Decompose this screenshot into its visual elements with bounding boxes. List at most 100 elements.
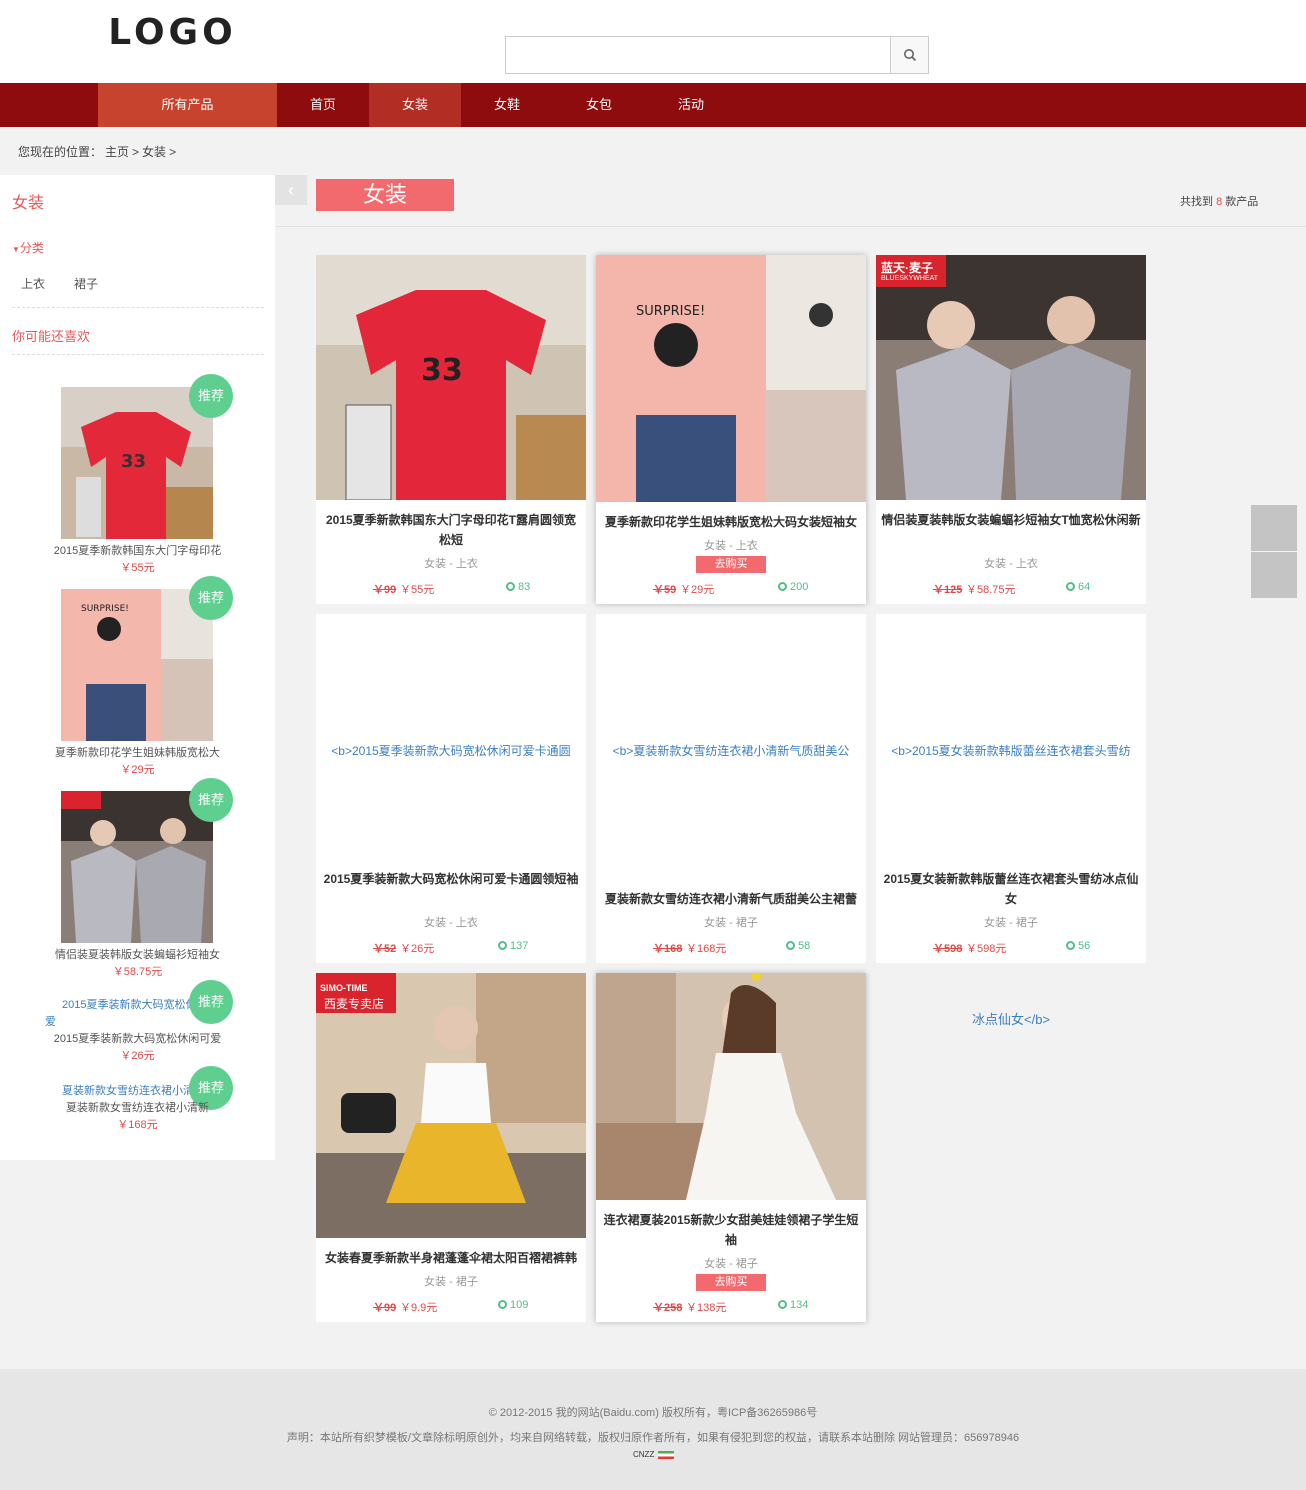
product-old-price: ￥99: [373, 584, 397, 596]
product-image-alt[interactable]: <b>2015夏女装新款韩版蕾丝连衣裙套头雪纺: [876, 742, 1146, 759]
product-price: ￥9.9元: [400, 1302, 438, 1314]
product-price: ￥55元: [400, 584, 435, 596]
eye-icon: [498, 1300, 507, 1309]
product-old-price: ￥258: [653, 1302, 683, 1314]
product-thumb[interactable]: 33: [61, 387, 213, 539]
site-logo[interactable]: LOGO: [95, 0, 250, 64]
recommend-name[interactable]: 2015夏季新款韩国东大门字母印花: [0, 542, 275, 558]
product-card[interactable]: SURPRISE! 夏季新款印花学生姐妹韩版宽松大码女装短袖女 女装 - 上衣 …: [596, 255, 866, 604]
recommend-alt-link[interactable]: 爱: [45, 1013, 56, 1029]
product-meta: 女装 - 裙子: [424, 1276, 478, 1288]
main-nav: 所有产品 首页 女装 女鞋 女包 活动: [0, 83, 1306, 127]
search-input[interactable]: [506, 37, 890, 73]
eye-icon: [1066, 582, 1075, 591]
float-button-top[interactable]: [1251, 505, 1297, 551]
nav-item-home[interactable]: 首页: [277, 83, 369, 127]
product-views: 83: [506, 581, 530, 593]
product-meta: 女装 - 上衣: [704, 540, 758, 552]
search-icon: [903, 49, 916, 62]
search-button[interactable]: [890, 37, 928, 73]
product-price: ￥598元: [966, 943, 1007, 955]
recommend-badge: 推荐: [189, 980, 233, 1024]
product-title[interactable]: 女装春夏季新款半身裙蓬蓬伞裙太阳百褶裙裤韩: [316, 1248, 586, 1268]
product-title[interactable]: 情侣装夏装韩版女装蝙蝠衫短袖女T恤宽松休闲新: [876, 510, 1146, 530]
divider: [275, 226, 1306, 227]
recommend-name[interactable]: 夏装新款女雪纺连衣裙小清新: [0, 1099, 275, 1115]
product-title[interactable]: 2015夏季装新款大码宽松休闲可爱卡通圆领短袖: [316, 869, 586, 889]
product-title[interactable]: 夏季新款印花学生姐妹韩版宽松大码女装短袖女: [596, 512, 866, 532]
product-meta: 女装 - 上衣: [424, 917, 478, 929]
product-meta: 女装 - 上衣: [424, 558, 478, 570]
eye-icon: [778, 582, 787, 591]
breadcrumb-home[interactable]: 主页: [105, 145, 129, 159]
recommend-name[interactable]: 情侣装夏装韩版女装蝙蝠衫短袖女: [0, 946, 275, 962]
product-image-alt[interactable]: <b>夏装新款女雪纺连衣裙小清新气质甜美公: [596, 742, 866, 759]
eye-icon: [506, 582, 515, 591]
eye-icon: [786, 941, 795, 950]
recommend-alt-link[interactable]: 夏装新款女雪纺连衣裙小清新: [62, 1082, 205, 1098]
buy-button[interactable]: 去购买: [696, 1274, 766, 1291]
recommend-price: ￥58.75元: [112, 966, 163, 978]
recommend-name[interactable]: 2015夏季装新款大码宽松休闲可爱: [0, 1030, 275, 1046]
product-card[interactable]: <b>2015夏女装新款韩版蕾丝连衣裙套头雪纺 2015夏女装新款韩版蕾丝连衣裙…: [876, 614, 1146, 963]
product-title[interactable]: 连衣裙夏装2015新款少女甜美娃娃领裙子学生短袖: [596, 1210, 866, 1250]
product-image-alt[interactable]: <b>2015夏季装新款大码宽松休闲可爱卡通圆: [316, 742, 586, 759]
product-image[interactable]: SIMO-TIME 西麦专卖店: [316, 973, 586, 1238]
site-header: LOGO: [0, 0, 1306, 83]
product-card[interactable]: 连衣裙夏装2015新款少女甜美娃娃领裙子学生短袖 女装 - 裙子 去购买 ￥25…: [596, 973, 866, 1322]
nav-item-womens-clothing[interactable]: 女装: [369, 83, 461, 127]
cnzz-stat-icon[interactable]: CNZZ: [633, 1449, 677, 1461]
you-may-like-title: 你可能还喜欢: [12, 329, 91, 344]
prev-arrow-button[interactable]: ‹: [275, 175, 307, 205]
product-old-price: ￥59: [653, 584, 677, 596]
svg-text:33: 33: [121, 451, 146, 472]
sidebar-title: 女装: [12, 195, 45, 212]
footer-copyright: © 2012-2015 我的网站(Baidu.com) 版权所有，粤ICP备36…: [488, 1407, 818, 1419]
sidebar: 女装 ▼分类 上衣 裙子 你可能还喜欢 33 推荐 2015夏季新款韩国东大门字…: [0, 175, 275, 1160]
chevron-left-icon: ‹: [288, 180, 294, 200]
product-image[interactable]: [596, 973, 866, 1200]
product-title[interactable]: 2015夏季新款韩国东大门字母印花T露肩圆领宽松短: [316, 510, 586, 550]
site-footer: © 2012-2015 我的网站(Baidu.com) 版权所有，粤ICP备36…: [0, 1369, 1306, 1490]
product-price: ￥29元: [680, 584, 715, 596]
product-price: ￥26元: [400, 943, 435, 955]
product-meta: 女装 - 裙子: [984, 917, 1038, 929]
product-card[interactable]: <b>夏装新款女雪纺连衣裙小清新气质甜美公 夏装新款女雪纺连衣裙小清新气质甜美公…: [596, 614, 866, 963]
nav-item-events[interactable]: 活动: [645, 83, 737, 127]
product-title[interactable]: 2015夏女装新款韩版蕾丝连衣裙套头雪纺冰点仙女: [876, 869, 1146, 909]
product-meta: 女装 - 裙子: [704, 1258, 758, 1270]
product-old-price: ￥52: [373, 943, 397, 955]
product-image[interactable]: 蓝天·麦子 BLUESKYWHEAT: [876, 255, 1146, 500]
buy-button[interactable]: 去购买: [696, 556, 766, 573]
nav-item-womens-shoes[interactable]: 女鞋: [461, 83, 553, 127]
divider: [12, 307, 264, 308]
svg-text:SURPRISE!: SURPRISE!: [81, 604, 129, 614]
product-views: 64: [1066, 581, 1090, 593]
recommend-name[interactable]: 夏季新款印花学生姐妹韩版宽松大: [0, 744, 275, 760]
product-meta: 女装 - 裙子: [704, 917, 758, 929]
product-image[interactable]: 33: [316, 255, 586, 500]
shop-badge: SIMO-TIME: [320, 983, 368, 993]
eye-icon: [1066, 941, 1075, 950]
product-views: 200: [778, 581, 808, 593]
product-image-alt-overflow[interactable]: 冰点仙女</b>: [876, 1009, 1146, 1028]
breadcrumb-current[interactable]: 女装: [142, 145, 166, 159]
nav-all-products[interactable]: 所有产品: [98, 83, 277, 127]
product-card[interactable]: SIMO-TIME 西麦专卖店 女装春夏季新款半身裙蓬蓬伞裙太阳百褶裙裤韩 女装…: [316, 973, 586, 1322]
float-button-bottom[interactable]: [1251, 552, 1297, 598]
product-image[interactable]: SURPRISE!: [596, 255, 866, 502]
recommend-price: ￥26元: [120, 1050, 155, 1062]
product-old-price: ￥598: [933, 943, 963, 955]
product-card[interactable]: 蓝天·麦子 BLUESKYWHEAT 情侣装夏装韩版女装蝙蝠衫短袖女T恤宽松休闲…: [876, 255, 1146, 604]
nav-item-womens-bags[interactable]: 女包: [553, 83, 645, 127]
product-card[interactable]: <b>2015夏季装新款大码宽松休闲可爱卡通圆 2015夏季装新款大码宽松休闲可…: [316, 614, 586, 963]
product-thumb[interactable]: [61, 791, 213, 943]
product-title[interactable]: 夏装新款女雪纺连衣裙小清新气质甜美公主裙蕾: [596, 889, 866, 909]
product-card[interactable]: 33 2015夏季新款韩国东大门字母印花T露肩圆领宽松短 女装 - 上衣 ￥99…: [316, 255, 586, 604]
sidebar-cat-tops[interactable]: 上衣: [21, 275, 45, 292]
product-price: ￥138元: [686, 1302, 727, 1314]
sidebar-category-label[interactable]: ▼分类: [12, 239, 44, 256]
recommend-badge: 推荐: [189, 576, 233, 620]
sidebar-cat-skirts[interactable]: 裙子: [74, 275, 98, 292]
product-thumb[interactable]: SURPRISE!: [61, 589, 213, 741]
